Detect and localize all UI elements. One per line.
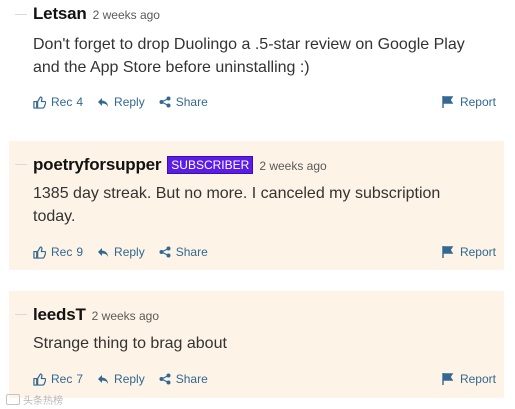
thread-rule bbox=[15, 164, 27, 165]
subscriber-badge: SUBSCRIBER bbox=[167, 156, 254, 174]
comment-timestamp: 2 weeks ago bbox=[92, 8, 160, 22]
recommend-button[interactable]: Rec 9 bbox=[33, 245, 83, 259]
share-label: Share bbox=[175, 95, 208, 109]
reply-button[interactable]: Reply bbox=[97, 245, 145, 259]
comment-timestamp: 2 weeks ago bbox=[259, 159, 327, 173]
comment-actions: Rec 9 Reply Share Report bbox=[33, 242, 496, 262]
recommend-button[interactable]: Rec 7 bbox=[33, 372, 83, 386]
recommend-count: 9 bbox=[76, 245, 84, 259]
thumbs-up-icon bbox=[33, 372, 46, 386]
share-icon bbox=[159, 96, 171, 108]
comment-card: leedsT 2 weeks ago Strange thing to brag… bbox=[9, 291, 504, 398]
comment-card: Letsan 2 weeks ago Don't forget to drop … bbox=[9, 0, 504, 125]
recommend-button[interactable]: Rec 4 bbox=[33, 95, 83, 109]
comment-text: Don't forget to drop Duolingo a .5-star … bbox=[33, 36, 465, 76]
comment-header: poetryforsupper SUBSCRIBER 2 weeks ago bbox=[33, 155, 327, 175]
share-label: Share bbox=[175, 372, 208, 386]
share-button[interactable]: Share bbox=[159, 372, 208, 386]
recommend-count: 4 bbox=[76, 95, 84, 109]
comment-username[interactable]: Letsan bbox=[33, 4, 87, 24]
reply-label: Reply bbox=[114, 245, 145, 259]
report-label: Report bbox=[459, 95, 496, 109]
reply-button[interactable]: Reply bbox=[97, 372, 145, 386]
comment-card: poetryforsupper SUBSCRIBER 2 weeks ago 1… bbox=[9, 141, 504, 270]
comment-actions: Rec 4 Reply Share Report bbox=[33, 92, 496, 112]
thread-rule bbox=[15, 314, 27, 315]
comment-text: 1385 day streak. But no more. I canceled… bbox=[33, 185, 441, 225]
watermark-logo-icon bbox=[6, 394, 20, 405]
comment-text: Strange thing to brag about bbox=[33, 335, 227, 352]
flag-icon bbox=[442, 96, 454, 108]
share-button[interactable]: Share bbox=[159, 95, 208, 109]
reply-arrow-icon bbox=[98, 374, 109, 384]
reply-label: Reply bbox=[114, 95, 145, 109]
recommend-count: 7 bbox=[76, 372, 84, 386]
comment-header: leedsT 2 weeks ago bbox=[33, 305, 159, 325]
share-icon bbox=[159, 373, 171, 385]
comment-username[interactable]: leedsT bbox=[33, 305, 86, 325]
comment-username[interactable]: poetryforsupper bbox=[33, 155, 161, 175]
share-icon bbox=[159, 246, 171, 258]
comment-timestamp: 2 weeks ago bbox=[91, 309, 160, 323]
thread-rule bbox=[15, 14, 27, 15]
reply-arrow-icon bbox=[98, 247, 109, 257]
reply-label: Reply bbox=[114, 372, 145, 386]
report-button[interactable]: Report bbox=[442, 245, 496, 259]
flag-icon bbox=[442, 246, 454, 258]
watermark: 头条热榜 bbox=[6, 392, 63, 407]
share-label: Share bbox=[175, 245, 208, 259]
report-label: Report bbox=[459, 245, 496, 259]
recommend-label: Rec bbox=[51, 95, 73, 109]
report-button[interactable]: Report bbox=[442, 95, 496, 109]
share-button[interactable]: Share bbox=[159, 245, 208, 259]
flag-icon bbox=[442, 373, 454, 385]
reply-arrow-icon bbox=[98, 97, 109, 107]
recommend-label: Rec bbox=[51, 372, 73, 386]
comment-header: Letsan 2 weeks ago bbox=[33, 4, 160, 24]
comment-actions: Rec 7 Reply Share Report bbox=[33, 369, 496, 389]
reply-button[interactable]: Reply bbox=[97, 95, 145, 109]
thumbs-up-icon bbox=[33, 95, 46, 109]
thumbs-up-icon bbox=[33, 245, 46, 259]
report-label: Report bbox=[459, 372, 496, 386]
recommend-label: Rec bbox=[51, 245, 73, 259]
report-button[interactable]: Report bbox=[442, 372, 496, 386]
watermark-text: 头条热榜 bbox=[23, 396, 63, 407]
